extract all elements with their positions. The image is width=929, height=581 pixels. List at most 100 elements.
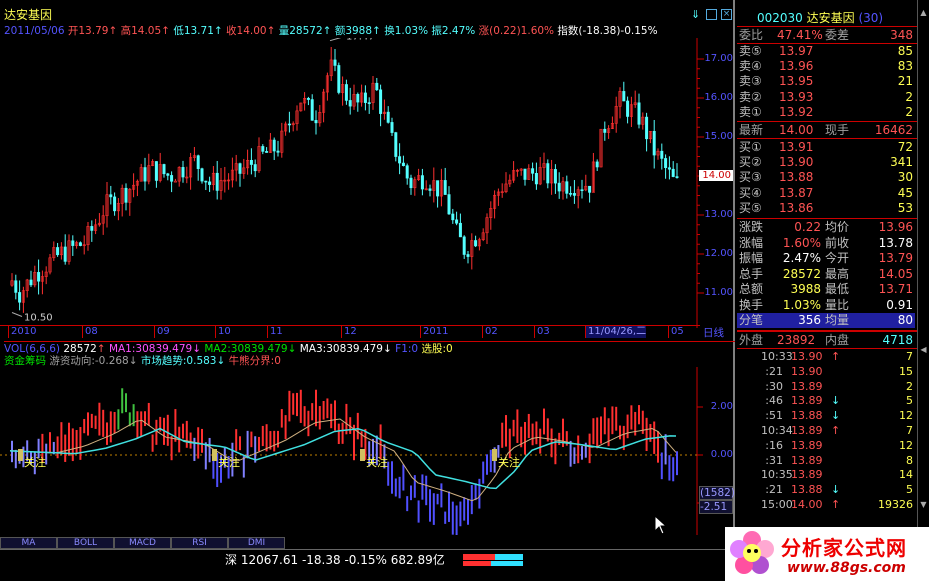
candle-body [113,196,117,212]
tick-time: 15:00 [761,498,793,511]
candle-body [375,82,379,91]
stat-v1: 1.03% [782,297,821,312]
ask-row-label: 卖④ [739,59,762,74]
candle-body [367,102,371,104]
tick-vol: 5 [906,394,913,408]
close-icon[interactable]: × [721,9,732,20]
stat-l1: 涨跌 [739,220,764,234]
indicator-chart[interactable]: 关注 关注 关注 关注 [0,367,735,535]
tab-ma[interactable]: MA [0,537,57,549]
mouse-cursor-icon [654,515,668,535]
candle-body [671,168,675,177]
scrollbar[interactable]: ▲ ◀ ▼ [917,0,929,537]
date-axis-label: 05 [668,326,684,338]
bid-row: 买④ 13.87 45 [737,186,915,201]
tab-rsi[interactable]: RSI [171,537,228,549]
chg-label: 涨 [478,25,490,37]
price-axis-label: 11.00 [704,287,733,298]
stat-v2: 13.78 [878,235,913,250]
main-chart-panel[interactable]: 达安基因 2011/05/06 开13.79↑ 高14.05↑ 低13.71↑ … [0,0,735,537]
tab-boll[interactable]: BOLL [57,537,114,549]
candle-body [523,168,527,180]
candle-body [261,146,265,152]
candle-body [173,180,177,183]
bid-row-price: 13.90 [779,155,814,170]
tick-time: :31 [765,453,783,467]
date-axis-label: 11 [267,326,283,338]
period-label[interactable]: 日线 [703,327,724,339]
bid-row-price: 13.88 [779,170,814,185]
restore-icon[interactable] [706,9,717,20]
date-axis-label: 11/04/26,二 [585,326,647,338]
candle-body [553,169,557,184]
scroll-down-icon[interactable]: ▼ [918,500,929,510]
candlestick-chart[interactable]: 17.47 10.50 [0,38,735,328]
stat-v2: 13.96 [878,220,913,234]
low-label: 低 [173,25,184,37]
bid-row-label: 买③ [739,170,762,185]
candle-body [14,280,18,293]
candle-body [71,240,75,246]
tick-price: 13.90 [791,364,823,378]
tick-row: :30 13.89 2 [737,380,915,395]
candle-body [588,185,592,193]
indicator-l1: 游资动向:-0.268 [49,355,129,367]
ask-row-label: 卖⑤ [739,44,762,58]
tick-price: 13.89 [791,394,823,408]
candle-body [595,161,599,168]
candle-body [181,167,185,178]
candle-body [420,175,424,190]
tab-dmi[interactable]: DMI [228,537,285,549]
peak-pointer [329,38,342,42]
scroll-up-icon[interactable]: ▲ [918,8,929,18]
candle-body [386,111,390,123]
tick-vol: 7 [906,424,913,437]
bid-row-vol: 53 [897,200,913,215]
tick-arrow: ↑ [831,350,841,363]
candle-body [443,180,447,195]
quote-panel: 002030 达安基因 (30) 委比 47.41% 委差 348 卖⑤ 13.9… [737,0,917,530]
tick-price: 13.90 [791,350,823,363]
candle-body [124,187,128,203]
bid-row-price: 13.87 [779,185,814,200]
candle-body [356,94,360,103]
bid-row-label: 买① [739,140,762,154]
candle-body [474,240,478,247]
tick-list: 10:33 13.90 ↑ 7:21 13.90 15:30 13.89 2:46 13.89 ↓… [737,350,917,530]
stats-list: 涨跌 0.22 均价 13.96 涨幅 1.60% 前收 13.78 振幅 2.47% 今开 13.7… [737,220,917,330]
quote-name: 达安基因 [806,11,855,25]
candle-body [265,151,269,153]
candle-body [398,156,402,164]
scroll-arrow-icon[interactable]: ◀ [918,345,929,355]
stat-l1: 总手 [739,266,764,281]
price-axis-label: 16.00 [704,92,733,103]
index-label: 指数 [557,25,579,37]
candle-body [208,181,212,185]
candle-body [565,181,569,194]
stat-l2: 量比 [825,297,850,312]
tick-price: 13.89 [791,438,823,452]
stat-row: 换手 1.03% 量比 0.91 [737,298,915,313]
tick-vol: 14 [899,468,913,482]
tick-row: :21 13.90 15 [737,365,915,380]
bid-row-vol: 72 [897,140,913,154]
price-axis-label: 12.00 [704,248,733,259]
vol-info-line: VOL(6,6,6) 28572↑ MA1:30839.479↓ MA2:308… [4,341,735,355]
candle-body [379,89,383,114]
ask-row: 卖② 13.93 2 [737,90,915,105]
ratio-row: 委比 47.41% 委差 348 [739,28,913,42]
candle-body [405,165,409,179]
tick-row: :16 13.89 12 [737,439,915,454]
bid-row-vol: 30 [897,170,913,185]
ask-row-vol: 21 [897,74,913,89]
stat-row: 涨幅 1.60% 前收 13.78 [737,236,915,251]
bid-row: 买② 13.90 341 [737,155,915,170]
focus-label: 关注 [366,455,388,469]
tab-macd[interactable]: MACD [114,537,171,549]
pin-icon[interactable]: ⇓ [691,8,700,21]
candle-body [531,168,535,174]
candle-body [569,193,573,195]
candle-body [363,92,367,103]
stat-v2: 13.79 [878,251,913,265]
candle-body [652,131,656,156]
